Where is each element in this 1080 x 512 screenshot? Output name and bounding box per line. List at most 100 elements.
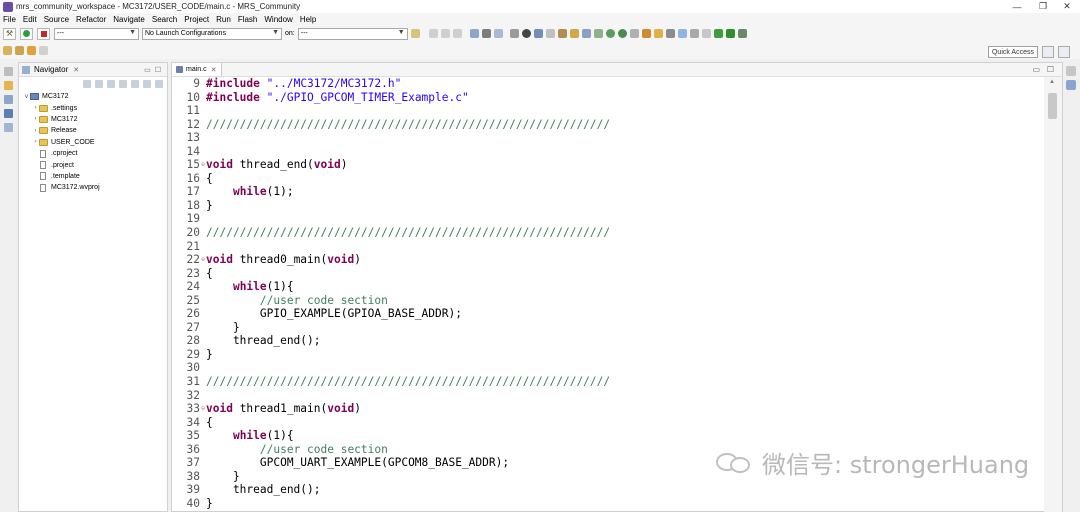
code-line[interactable]: 25 //user code section — [172, 294, 1044, 308]
chevron-right-icon[interactable]: › — [32, 139, 39, 145]
back-icon[interactable] — [83, 80, 91, 88]
code-line[interactable]: 31 //////////////////////////////////////… — [172, 375, 1044, 389]
external-tool-icon[interactable] — [629, 29, 639, 38]
reset-icon[interactable] — [737, 29, 747, 38]
console-icon[interactable] — [4, 109, 13, 118]
editor-tab-main-c[interactable]: main.c ✕ — [172, 63, 222, 76]
forward-icon[interactable] — [39, 46, 48, 55]
code-line[interactable]: 28 thread_end(); — [172, 334, 1044, 348]
menu-edit[interactable]: Edit — [23, 15, 37, 24]
vertical-scrollbar[interactable]: ▲ — [1044, 77, 1062, 512]
navigator-tab[interactable]: Navigator ✕ ▭ ☐ — [19, 63, 167, 77]
tree-item[interactable]: .cproject — [23, 148, 167, 159]
menu-window[interactable]: Window — [264, 15, 292, 24]
open-perspective-icon[interactable] — [1042, 46, 1054, 58]
menu-help[interactable]: Help — [300, 15, 316, 24]
forward-icon[interactable] — [95, 80, 103, 88]
close-icon[interactable]: ✕ — [211, 66, 217, 74]
restore-icon[interactable] — [1066, 66, 1076, 76]
next-annotation-icon[interactable] — [3, 46, 12, 55]
menu-source[interactable]: Source — [44, 15, 69, 24]
restore-icon[interactable] — [4, 67, 13, 76]
minimize-editor-icon[interactable]: ▭ — [1032, 65, 1040, 74]
run-button[interactable] — [20, 27, 33, 40]
tree-item[interactable]: MC3172.wvproj — [23, 182, 167, 193]
menu-flash[interactable]: Flash — [238, 15, 258, 24]
minimize-view-icon[interactable]: ▭ — [144, 66, 151, 74]
debug-icon[interactable] — [469, 29, 479, 38]
code-line[interactable]: 29} — [172, 348, 1044, 362]
outline-view-icon[interactable] — [1066, 80, 1076, 90]
code-line[interactable]: 39 thread_end(); — [172, 483, 1044, 497]
quick-access-input[interactable]: Quick Access — [987, 46, 1038, 58]
download-icon[interactable] — [509, 29, 519, 38]
stop-button[interactable] — [37, 27, 50, 40]
maximize-view-icon[interactable]: ☐ — [155, 66, 161, 74]
verify-icon[interactable] — [725, 29, 735, 38]
filter-icon[interactable] — [143, 80, 151, 88]
code-line[interactable]: 16 { — [172, 172, 1044, 186]
code-line[interactable]: 10 #include "./GPIO_GPCOM_TIMER_Example.c… — [172, 91, 1044, 105]
code-line[interactable]: 35 while(1){ — [172, 429, 1044, 443]
menu-navigate[interactable]: Navigate — [113, 15, 145, 24]
chevron-right-icon[interactable]: › — [32, 116, 39, 122]
target-icon[interactable] — [521, 29, 531, 38]
pilcrow-icon[interactable] — [701, 29, 711, 38]
maximize-editor-icon[interactable]: ☐ — [1047, 65, 1054, 74]
flash-icon[interactable] — [713, 29, 723, 38]
open-folder-icon[interactable] — [653, 29, 663, 38]
code-line[interactable]: 20 //////////////////////////////////////… — [172, 226, 1044, 240]
gear-icon[interactable] — [410, 29, 420, 38]
code-line[interactable]: 34 { — [172, 416, 1044, 430]
build-button[interactable]: ⚒ — [3, 27, 16, 40]
package-icon[interactable] — [569, 29, 579, 38]
menu-search[interactable]: Search — [152, 15, 177, 24]
code-line[interactable]: 33 ⊖ void thread1_main(void) — [172, 402, 1044, 416]
back-icon[interactable] — [27, 46, 36, 55]
menu-refactor[interactable]: Refactor — [76, 15, 106, 24]
tree-item[interactable]: › MC3172 — [23, 114, 167, 125]
chevron-right-icon[interactable]: › — [32, 128, 39, 134]
debug-config-icon[interactable] — [617, 29, 627, 38]
tree-item[interactable]: .project — [23, 159, 167, 170]
link-editor-icon[interactable] — [131, 80, 139, 88]
erase-icon[interactable] — [557, 29, 567, 38]
problems-icon[interactable] — [4, 123, 13, 132]
build-config-select[interactable]: --- ▼ — [54, 27, 139, 40]
tool-icon[interactable] — [481, 29, 491, 38]
scroll-up-icon[interactable]: ▲ — [1049, 79, 1055, 85]
launch-config-select[interactable]: No Launch Configurations ▼ — [142, 27, 282, 40]
close-window-button[interactable]: ✕ — [1052, 0, 1080, 13]
tree-item[interactable]: .template — [23, 171, 167, 182]
code-line[interactable]: 21 — [172, 240, 1044, 254]
tree-item[interactable]: › USER_CODE — [23, 137, 167, 148]
chevron-down-icon[interactable]: ∨ — [23, 93, 30, 100]
scrollbar-thumb[interactable] — [1048, 93, 1057, 119]
view-menu-icon[interactable] — [155, 80, 163, 88]
menu-file[interactable]: File — [3, 15, 16, 24]
brush-icon[interactable] — [665, 29, 675, 38]
code-line[interactable]: 27 } — [172, 321, 1044, 335]
c-perspective-icon[interactable] — [1058, 46, 1070, 58]
code-line[interactable]: 30 — [172, 361, 1044, 375]
highlight-icon[interactable] — [677, 29, 687, 38]
run-config-icon[interactable] — [605, 29, 615, 38]
code-line[interactable]: 18} — [172, 199, 1044, 213]
tree-item[interactable]: ∨ MC3172 — [23, 91, 167, 102]
code-line[interactable]: 11 — [172, 104, 1044, 118]
code-line[interactable]: 26 GPIO_EXAMPLE(GPIOA_BASE_ADDR); — [172, 307, 1044, 321]
search-icon[interactable] — [641, 29, 651, 38]
code-line[interactable]: 17 while(1); — [172, 185, 1044, 199]
code-line[interactable]: 13 — [172, 131, 1044, 145]
code-line[interactable]: 14 — [172, 145, 1044, 159]
monitor-icon[interactable] — [533, 29, 543, 38]
prev-annotation-icon[interactable] — [15, 46, 24, 55]
new-folder-icon[interactable] — [593, 29, 603, 38]
code-line[interactable]: 22 ⊖ void thread0_main(void) — [172, 253, 1044, 267]
menu-project[interactable]: Project — [184, 15, 209, 24]
launch-target-select[interactable]: --- ▼ — [297, 27, 408, 40]
code-line[interactable]: 40} — [172, 497, 1044, 511]
outline-icon[interactable] — [4, 95, 13, 104]
code-line[interactable]: 19 — [172, 212, 1044, 226]
code-line[interactable]: 15 ⊖ void thread_end(void) — [172, 158, 1044, 172]
